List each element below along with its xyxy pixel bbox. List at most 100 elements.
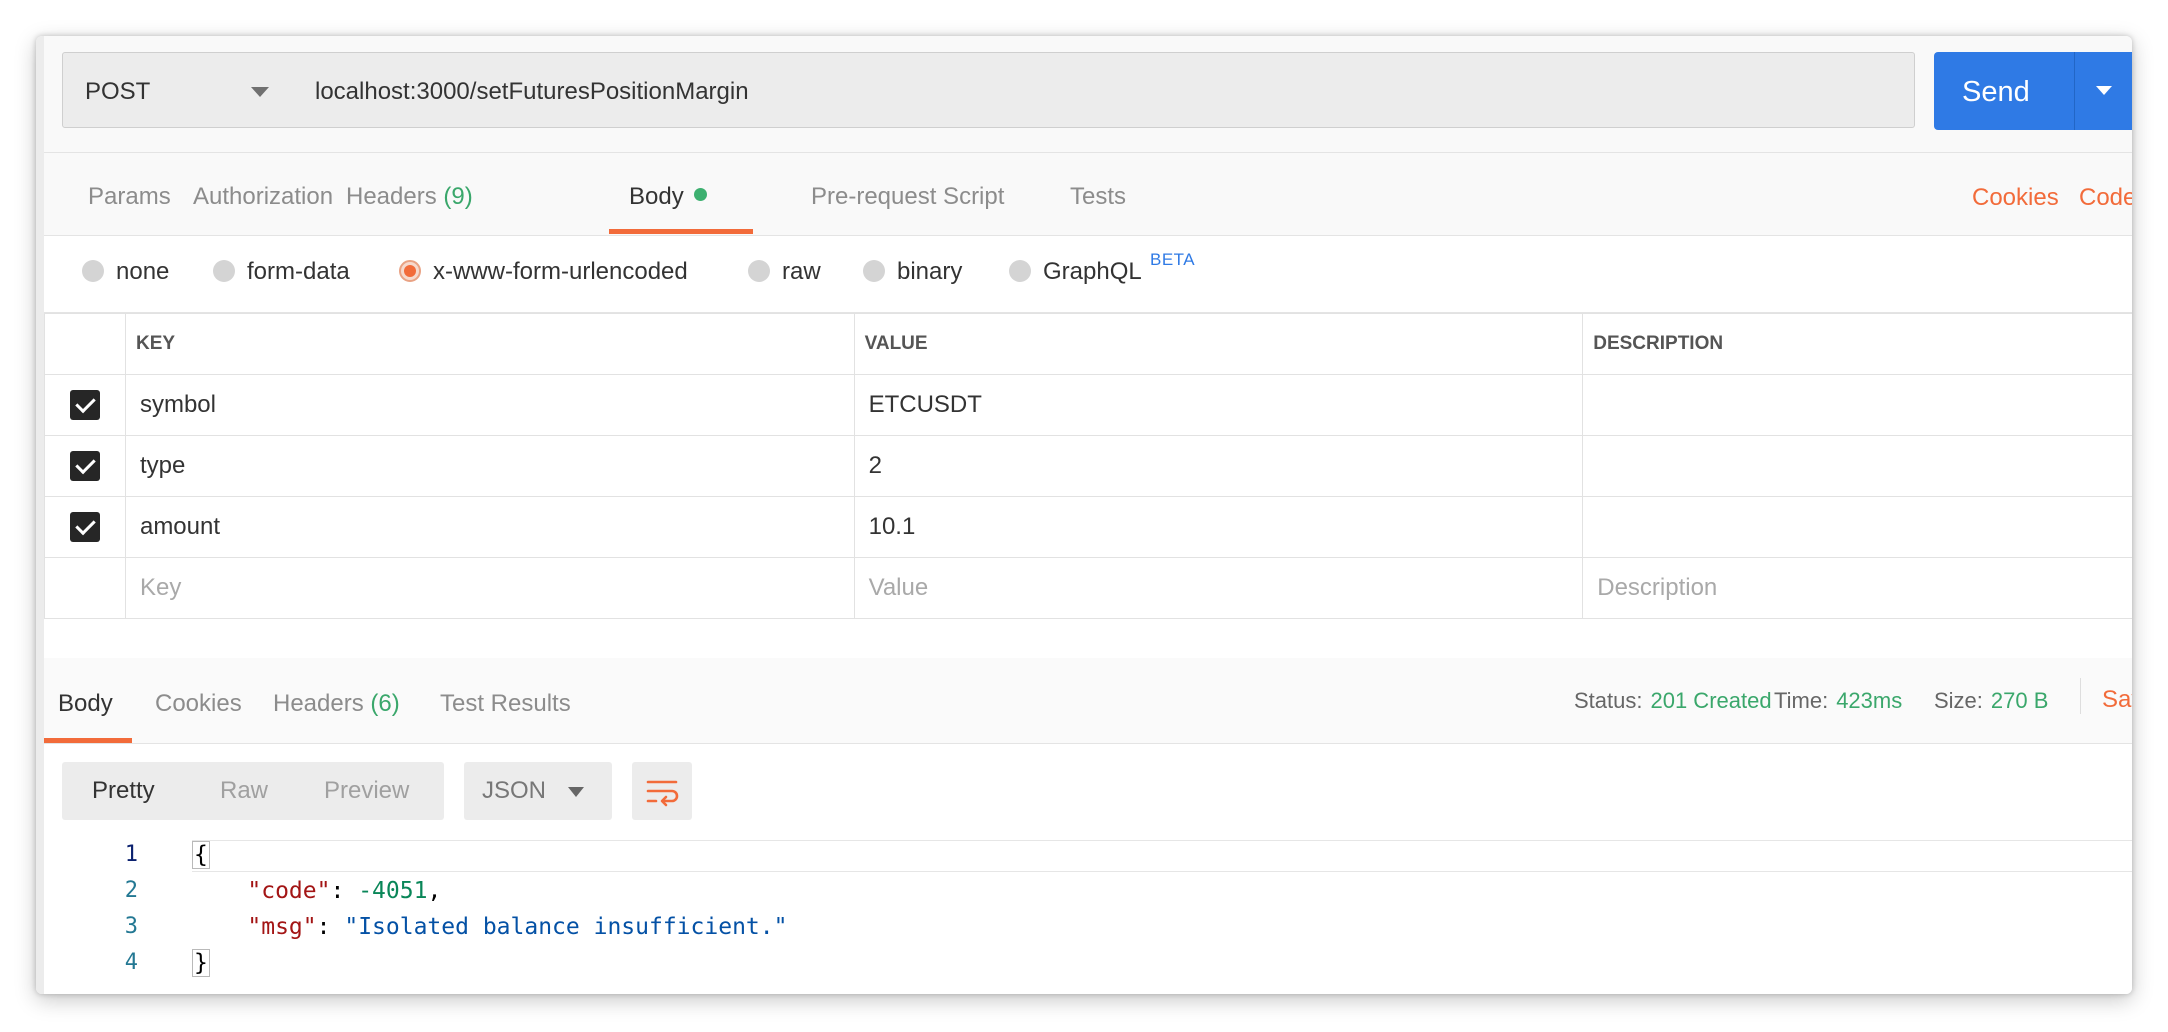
- radio-form-data[interactable]: form-data: [213, 258, 350, 286]
- params-table: KEY VALUE DESCRIPTION symbol ETCUSDT typ…: [44, 313, 2132, 619]
- close-brace: }: [192, 949, 210, 977]
- response-body-editor[interactable]: 1 2 3 4 { "code": -4051, "msg": "Isolate…: [44, 836, 2132, 994]
- tab-body[interactable]: Body: [629, 183, 707, 211]
- send-options-chevron-icon[interactable]: [2096, 86, 2112, 95]
- param-key[interactable]: symbol: [124, 374, 855, 436]
- table-row: amount 10.1: [44, 496, 2132, 558]
- tab-tests[interactable]: Tests: [1070, 183, 1126, 211]
- radio-binary[interactable]: binary: [863, 258, 962, 286]
- empty-checkbox-cell: [44, 557, 126, 619]
- radio-circle-icon: [863, 260, 885, 282]
- radio-circle-icon: [1009, 260, 1031, 282]
- size-stat: Size: 270 B: [1934, 688, 2048, 714]
- column-header-key: KEY: [124, 313, 855, 375]
- chevron-down-icon: [568, 787, 584, 797]
- request-tabs: Params Authorization Headers (9) Body Pr…: [44, 153, 2132, 236]
- param-key[interactable]: amount: [124, 496, 855, 558]
- param-key[interactable]: type: [124, 435, 855, 497]
- method-label: POST: [85, 78, 151, 105]
- new-description-input[interactable]: Description: [1582, 557, 2132, 619]
- new-key-input[interactable]: Key: [124, 557, 855, 619]
- row-checkbox-cell: [44, 374, 126, 436]
- radio-form-data-label: form-data: [247, 258, 350, 285]
- line-number: 2: [124, 878, 138, 903]
- response-tab-cookies[interactable]: Cookies: [155, 690, 242, 718]
- radio-raw-label: raw: [782, 258, 821, 285]
- save-response-link[interactable]: Sav: [2102, 686, 2132, 714]
- tab-headers[interactable]: Headers (9): [346, 183, 473, 211]
- url-text: localhost:3000/setFuturesPositionMargin: [315, 78, 749, 105]
- send-button[interactable]: Send: [1934, 52, 2132, 130]
- open-brace: {: [192, 841, 210, 869]
- tab-pre-request-script[interactable]: Pre-request Script: [811, 183, 1004, 211]
- code-line: "msg": "Isolated balance insufficient.": [247, 914, 788, 940]
- new-value-input[interactable]: Value: [853, 557, 1584, 619]
- response-tab-headers-label: Headers: [273, 690, 364, 717]
- wrap-lines-button[interactable]: [632, 762, 692, 820]
- row-checkbox-cell: [44, 435, 126, 497]
- status-value: 201 Created: [1650, 688, 1772, 713]
- chevron-down-icon: [251, 87, 269, 97]
- view-pretty[interactable]: Pretty: [92, 777, 155, 805]
- size-label: Size:: [1934, 688, 1983, 713]
- cookies-link[interactable]: Cookies: [1972, 184, 2059, 212]
- active-tab-underline: [609, 229, 753, 234]
- param-description[interactable]: [1582, 435, 2132, 497]
- json-number: -4051: [358, 878, 428, 904]
- status-label: Status:: [1574, 688, 1643, 713]
- url-input[interactable]: localhost:3000/setFuturesPositionMargin: [293, 52, 1915, 128]
- time-value: 423ms: [1836, 688, 1903, 713]
- line-number: 3: [124, 914, 138, 939]
- tab-authorization[interactable]: Authorization: [193, 183, 333, 211]
- format-select[interactable]: JSON: [464, 762, 612, 820]
- param-value[interactable]: 2: [853, 435, 1584, 497]
- request-bar: POST localhost:3000/setFuturesPositionMa…: [44, 36, 2132, 153]
- radio-raw[interactable]: raw: [748, 258, 821, 286]
- tab-params[interactable]: Params: [88, 183, 171, 211]
- row-checkbox-cell: [44, 496, 126, 558]
- code-link[interactable]: Code: [2079, 184, 2132, 212]
- tab-body-label: Body: [629, 183, 684, 210]
- postman-window: POST localhost:3000/setFuturesPositionMa…: [36, 36, 2132, 994]
- checkbox-checked[interactable]: [69, 512, 100, 542]
- radio-none[interactable]: none: [82, 258, 169, 286]
- method-select[interactable]: POST: [62, 52, 294, 128]
- status-stat: Status: 201 Created: [1574, 688, 1772, 714]
- checkbox-checked[interactable]: [69, 390, 100, 420]
- radio-x-www-form-urlencoded[interactable]: x-www-form-urlencoded: [399, 258, 688, 286]
- param-description[interactable]: [1582, 374, 2132, 436]
- param-description[interactable]: [1582, 496, 2132, 558]
- radio-circle-icon: [213, 260, 235, 282]
- code-line: {: [192, 841, 210, 869]
- json-string: "Isolated balance insufficient.": [344, 914, 788, 940]
- json-key: "code": [247, 878, 331, 904]
- send-divider: [2074, 52, 2075, 130]
- response-tab-headers[interactable]: Headers (6): [273, 690, 400, 718]
- view-raw[interactable]: Raw: [220, 777, 268, 805]
- json-key: "msg": [247, 914, 317, 940]
- table-row: type 2: [44, 435, 2132, 497]
- current-line-highlight: [192, 840, 2132, 872]
- response-tab-test-results[interactable]: Test Results: [440, 690, 571, 718]
- radio-binary-label: binary: [897, 258, 963, 285]
- radio-graphql-label: GraphQL: [1043, 258, 1142, 285]
- status-divider: [2080, 678, 2081, 714]
- table-row: symbol ETCUSDT: [44, 374, 2132, 436]
- column-header-value: VALUE: [853, 313, 1584, 375]
- view-preview[interactable]: Preview: [324, 777, 409, 805]
- time-label: Time:: [1774, 688, 1829, 713]
- tab-headers-label: Headers: [346, 183, 437, 210]
- tab-headers-count: (9): [443, 183, 473, 210]
- send-label: Send: [1962, 76, 2030, 108]
- radio-graphql[interactable]: GraphQL: [1009, 258, 1142, 286]
- format-label: JSON: [482, 777, 547, 804]
- body-type-options: none form-data x-www-form-urlencoded raw…: [44, 236, 2132, 313]
- param-value[interactable]: ETCUSDT: [853, 374, 1584, 436]
- checkbox-checked[interactable]: [69, 451, 100, 481]
- radio-circle-icon: [748, 260, 770, 282]
- column-header-description: DESCRIPTION: [1582, 313, 2132, 375]
- header-checkbox-col: [44, 313, 126, 375]
- param-value[interactable]: 10.1: [853, 496, 1584, 558]
- response-tab-body[interactable]: Body: [58, 690, 113, 718]
- radio-selected-icon: [399, 260, 421, 282]
